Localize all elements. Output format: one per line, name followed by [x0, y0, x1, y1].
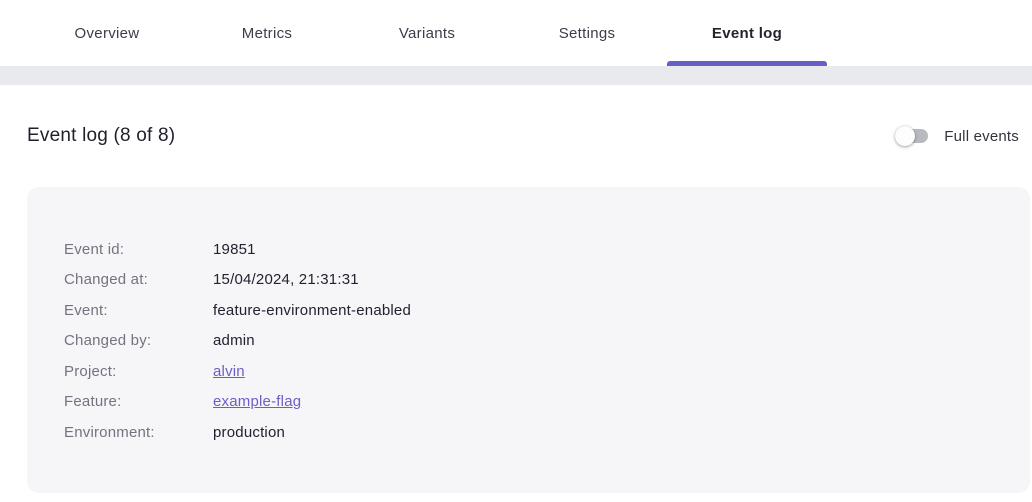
- tab-event-log[interactable]: Event log: [667, 0, 827, 66]
- full-events-toggle-label[interactable]: Full events: [944, 128, 1019, 145]
- project-label: Project:: [64, 363, 213, 380]
- tab-metrics[interactable]: Metrics: [187, 0, 347, 66]
- feature-value: example-flag: [213, 393, 990, 410]
- environment-label: Environment:: [64, 424, 213, 441]
- event-type-value: feature-environment-enabled: [213, 302, 990, 319]
- full-events-toggle[interactable]: [895, 126, 929, 146]
- full-events-toggle-group: Full events: [895, 126, 1019, 146]
- content-sheet: Event log (8 of 8) Full events Event id:…: [0, 85, 1032, 502]
- event-type-label: Event:: [64, 302, 213, 319]
- event-id-label: Event id:: [64, 241, 213, 258]
- environment-value: production: [213, 424, 990, 441]
- feature-label: Feature:: [64, 393, 213, 410]
- project-value: alvin: [213, 363, 990, 380]
- event-card: Event id: 19851 Changed at: 15/04/2024, …: [27, 187, 1030, 493]
- event-id-value: 19851: [213, 241, 990, 258]
- changed-by-value: admin: [213, 332, 990, 349]
- tab-variants[interactable]: Variants: [347, 0, 507, 66]
- project-link[interactable]: alvin: [213, 363, 245, 380]
- toggle-knob: [895, 126, 915, 146]
- changed-at-value: 15/04/2024, 21:31:31: [213, 271, 990, 288]
- changed-by-label: Changed by:: [64, 332, 213, 349]
- tab-bar: Overview Metrics Variants Settings Event…: [0, 0, 1032, 66]
- changed-at-label: Changed at:: [64, 271, 213, 288]
- tab-settings[interactable]: Settings: [507, 0, 667, 66]
- event-field-grid: Event id: 19851 Changed at: 15/04/2024, …: [64, 234, 990, 448]
- page-background-band: [0, 66, 1032, 85]
- heading-row: Event log (8 of 8) Full events: [0, 122, 1032, 150]
- page-title: Event log (8 of 8): [27, 122, 175, 150]
- feature-link[interactable]: example-flag: [213, 393, 301, 410]
- tab-overview[interactable]: Overview: [27, 0, 187, 66]
- tab-event-log-label: Event log: [712, 25, 782, 42]
- active-tab-indicator: [667, 61, 827, 66]
